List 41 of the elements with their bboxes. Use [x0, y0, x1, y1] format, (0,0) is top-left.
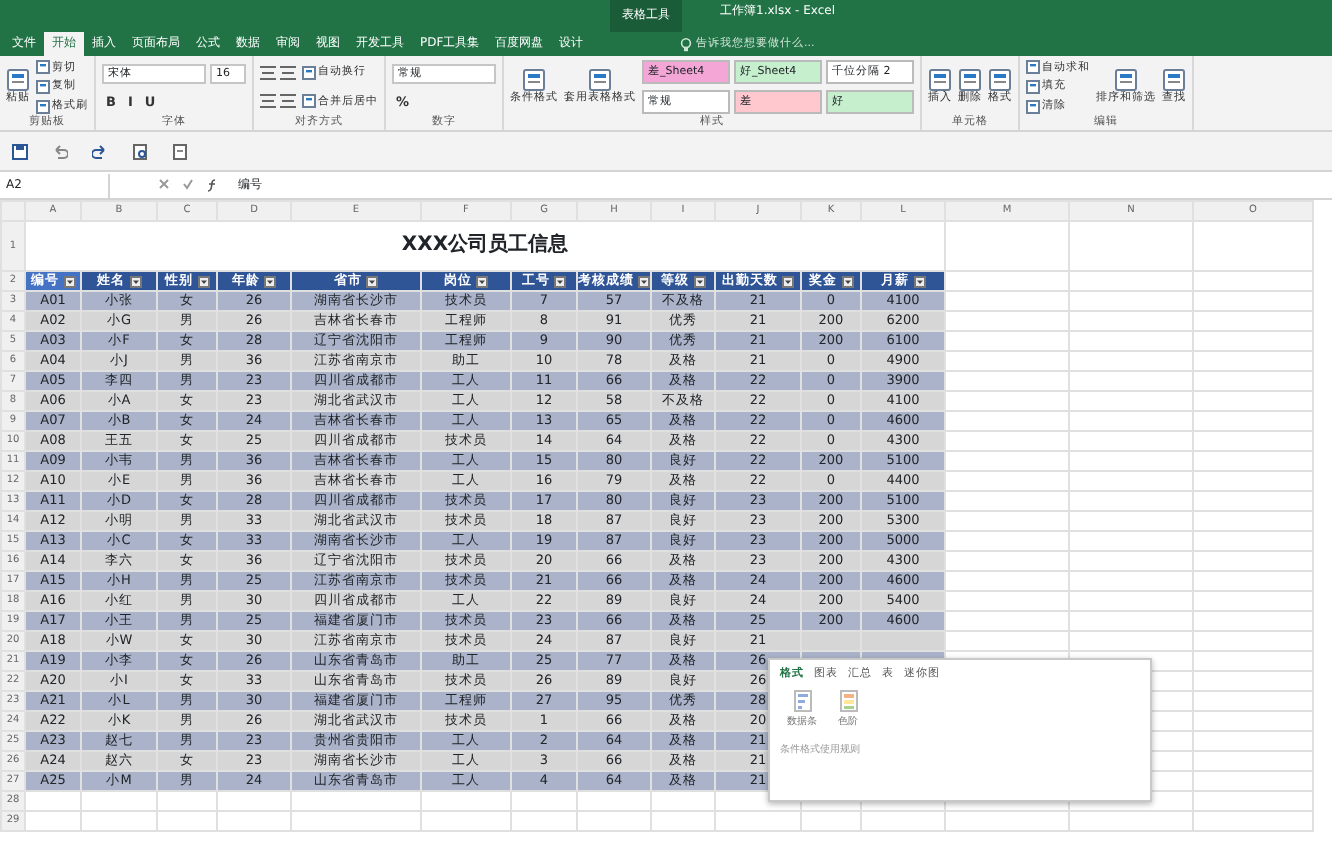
lightbulb-icon: [680, 37, 692, 52]
redo-icon[interactable]: [92, 143, 108, 159]
toolbar-icon: [988, 68, 1012, 92]
filter-dropdown-icon[interactable]: [197, 275, 209, 287]
filter-dropdown-icon[interactable]: [264, 275, 276, 287]
align-icon[interactable]: [280, 65, 296, 80]
toolbar-icon: [1026, 79, 1040, 94]
undo-icon[interactable]: [52, 143, 68, 159]
filter-dropdown-icon[interactable]: [554, 275, 566, 287]
filter-dropdown-icon[interactable]: [366, 275, 378, 287]
filter-dropdown-icon[interactable]: [638, 275, 649, 287]
toolbar-icon: [36, 79, 50, 94]
align-icon[interactable]: [260, 94, 276, 109]
toolbar-icon: [6, 68, 30, 92]
filter-dropdown-icon[interactable]: [913, 275, 925, 287]
print-preview-icon[interactable]: [132, 143, 148, 159]
toolbar-icon: [958, 68, 982, 92]
filter-dropdown-icon[interactable]: [129, 275, 141, 287]
save-icon[interactable]: [12, 143, 28, 159]
filter-dropdown-icon[interactable]: [476, 275, 488, 287]
toolbar-icon: [1162, 68, 1186, 92]
filter-dropdown-icon[interactable]: [693, 275, 705, 287]
filter-dropdown-icon[interactable]: [782, 275, 794, 287]
function-icon[interactable]: [206, 178, 218, 192]
enter-icon[interactable]: [182, 178, 194, 190]
toolbar-icon: [36, 99, 50, 114]
toolbar-icon: [302, 94, 316, 109]
toolbar-icon: [928, 68, 952, 92]
toolbar-icon: [1114, 68, 1138, 92]
align-icon[interactable]: [260, 65, 276, 80]
align-icon[interactable]: [280, 94, 296, 109]
filter-dropdown-icon[interactable]: [841, 275, 853, 287]
document-icon[interactable]: [172, 143, 188, 159]
toolbar-icon: [522, 68, 546, 92]
cancel-icon[interactable]: [158, 178, 170, 190]
toolbar-icon: [588, 68, 612, 92]
color-scale-icon: [839, 689, 857, 712]
toolbar-icon: [1026, 99, 1040, 114]
filter-dropdown-icon[interactable]: [63, 275, 75, 287]
toolbar-icon: [302, 65, 316, 80]
data-bars-icon: [793, 689, 811, 712]
